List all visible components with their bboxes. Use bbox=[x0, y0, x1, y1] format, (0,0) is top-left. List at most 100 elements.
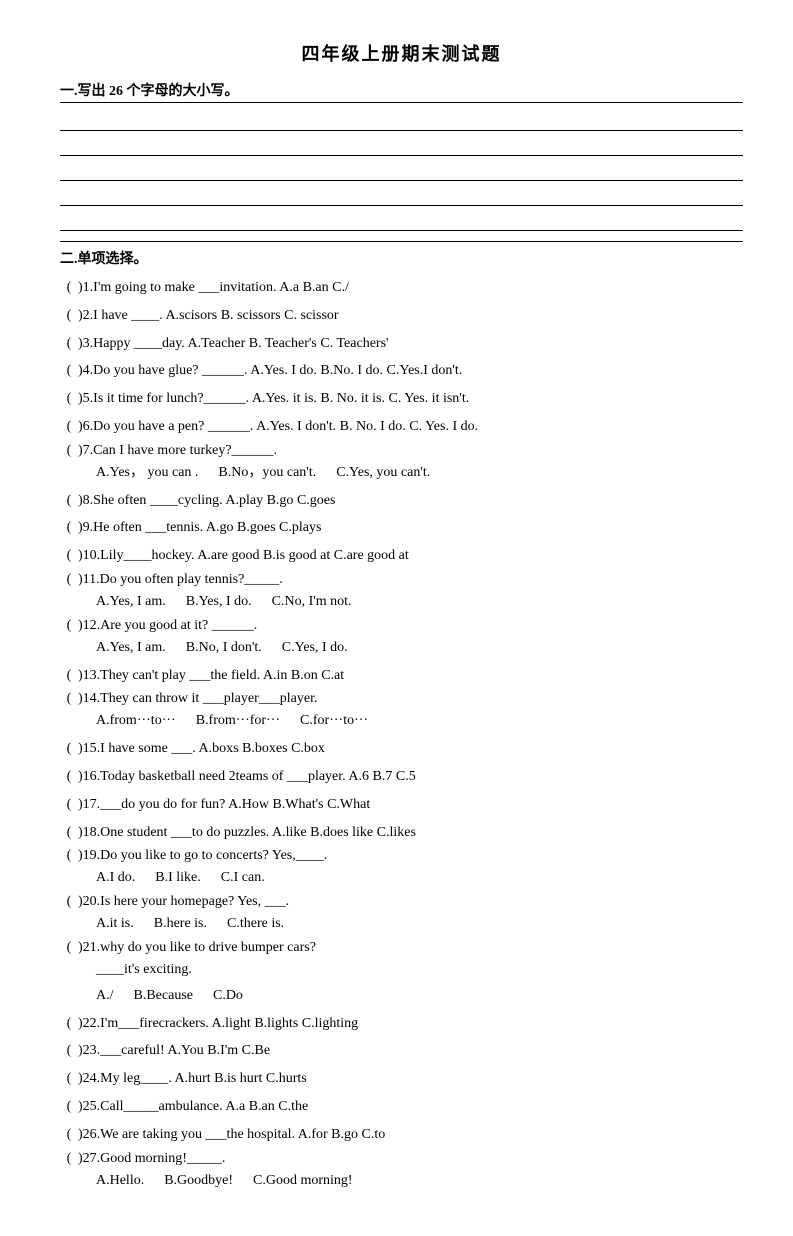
question-bracket: ( bbox=[60, 1012, 78, 1036]
section1-header: 一.写出 26 个字母的大小写。 bbox=[60, 80, 743, 103]
question-text: )20.Is here your homepage? Yes, ___. bbox=[78, 894, 289, 909]
question-row: ()23.___careful! A.You B.I'm C.Be bbox=[60, 1039, 743, 1063]
option: B.7 bbox=[373, 769, 393, 784]
question-text: )3.Happy ____day. A.Teacher B. Teacher's… bbox=[78, 332, 743, 356]
option: A.Hello. bbox=[96, 1169, 144, 1193]
option: A.it is. bbox=[96, 912, 134, 936]
option: C.goes bbox=[297, 493, 336, 508]
sub-options-row: A.Yes， you can . B.No，you can't. C.Yes, yo… bbox=[60, 461, 743, 485]
questions-list: ()1.I'm going to make ___invitation. A.a… bbox=[60, 276, 743, 1192]
option: B.on bbox=[291, 668, 318, 683]
option: A.a bbox=[225, 1099, 245, 1114]
question-row: ()21.why do you like to drive bumper car… bbox=[60, 940, 743, 956]
option: A.are good bbox=[197, 548, 259, 563]
question-row: ()4.Do you have glue? ______. A.Yes. I d… bbox=[60, 359, 743, 383]
question-row: ()19.Do you like to go to concerts? Yes,… bbox=[60, 848, 743, 864]
question-text: )16.Today basketball need 2teams of ___p… bbox=[78, 765, 743, 789]
option: B. No. it is. C. Yes. it isn't. bbox=[320, 391, 469, 406]
question-row: ()22.I'm___firecrackers. A.light B.light… bbox=[60, 1012, 743, 1036]
write-line-5 bbox=[60, 209, 743, 231]
question-bracket: ( bbox=[60, 304, 78, 328]
question-text: )17.___do you do for fun? A.How B.What's… bbox=[78, 793, 743, 817]
question-text: )10.Lily____hockey. A.are good B.is good… bbox=[78, 544, 743, 568]
question-text: )15.I have some ___. A.boxs B.boxes C.bo… bbox=[78, 737, 743, 761]
question-row: ()7.Can I have more turkey?______. bbox=[60, 443, 743, 459]
question-bracket: ( bbox=[60, 387, 78, 411]
option: B.does like bbox=[310, 825, 373, 840]
question-text: )22.I'm___firecrackers. A.light B.lights… bbox=[78, 1012, 743, 1036]
option: B.Because bbox=[134, 984, 193, 1008]
option: B. No. I do. bbox=[340, 419, 406, 434]
question-text: )13.They can't play ___the field. A.in B… bbox=[78, 664, 743, 688]
question-bracket: ( bbox=[60, 359, 78, 383]
option: C.likes bbox=[377, 825, 416, 840]
question-text: )19.Do you like to go to concerts? Yes,_… bbox=[78, 848, 327, 863]
option: C.to bbox=[362, 1127, 386, 1142]
question-bracket: ( bbox=[60, 544, 78, 568]
option: A.hurt bbox=[174, 1071, 210, 1086]
question-row: ()13.They can't play ___the field. A.in … bbox=[60, 664, 743, 688]
question-row: ()1.I'm going to make ___invitation. A.a… bbox=[60, 276, 743, 300]
question-bracket: ( bbox=[60, 1151, 78, 1167]
sub-options-row: A.I do.B.I like.C.I can. bbox=[60, 866, 743, 890]
question-row: ()5.Is it time for lunch?______. A.Yes. … bbox=[60, 387, 743, 411]
question-bracket: ( bbox=[60, 516, 78, 540]
write-line-2 bbox=[60, 134, 743, 156]
question-bracket: ( bbox=[60, 1039, 78, 1063]
option: C.Yes.I don't. bbox=[387, 363, 463, 378]
question-bracket: ( bbox=[60, 1095, 78, 1119]
option: C.No, I'm not. bbox=[272, 590, 352, 614]
question-bracket: ( bbox=[60, 894, 78, 910]
option: B.goes bbox=[237, 520, 276, 535]
option: C.Do bbox=[213, 984, 243, 1008]
question-text: )21.why do you like to drive bumper cars… bbox=[78, 940, 316, 955]
option: C.Yes, you can't. bbox=[336, 461, 430, 485]
option: C.box bbox=[291, 741, 325, 756]
option: B.is good at bbox=[263, 548, 330, 563]
option: B.is hurt bbox=[214, 1071, 262, 1086]
question-text: )27.Good morning!_____. bbox=[78, 1151, 225, 1166]
option: A.Teacher bbox=[188, 336, 246, 351]
question-bracket: ( bbox=[60, 489, 78, 513]
option: B. scissors bbox=[221, 308, 281, 323]
question-row: ()15.I have some ___. A.boxs B.boxes C.b… bbox=[60, 737, 743, 761]
option: B.I'm bbox=[207, 1043, 238, 1058]
option: A.Yes， you can . bbox=[96, 461, 198, 485]
option: C.at bbox=[321, 668, 344, 683]
question-row: ()17.___do you do for fun? A.How B.What'… bbox=[60, 793, 743, 817]
write-line-1 bbox=[60, 109, 743, 131]
question-text: )6.Do you have a pen? ______. A.Yes. I d… bbox=[78, 415, 743, 439]
option: C. Teachers' bbox=[320, 336, 388, 351]
option: A.like bbox=[272, 825, 307, 840]
option: A.Yes. I do. bbox=[250, 363, 317, 378]
question-text: )9.He often ___tennis. A.go B.goes C.pla… bbox=[78, 516, 743, 540]
question-row: ()8.She often ____cycling. A.play B.go C… bbox=[60, 489, 743, 513]
sub-options-row: A.Yes, I am.B.Yes, I do.C.No, I'm not. bbox=[60, 590, 743, 614]
option: C. scissor bbox=[284, 308, 338, 323]
option: B.No，you can't. bbox=[218, 461, 316, 485]
option: A.scisors bbox=[165, 308, 217, 323]
question-bracket: ( bbox=[60, 572, 78, 588]
question-row: ()3.Happy ____day. A.Teacher B. Teacher'… bbox=[60, 332, 743, 356]
question-text: )4.Do you have glue? ______. A.Yes. I do… bbox=[78, 359, 743, 383]
question-text: )8.She often ____cycling. A.play B.go C.… bbox=[78, 489, 743, 513]
option: C.Yes, I do. bbox=[282, 636, 348, 660]
option: B.lights bbox=[254, 1016, 298, 1031]
question-bracket: ( bbox=[60, 848, 78, 864]
sub-options-row: A.Yes, I am.B.No, I don't.C.Yes, I do. bbox=[60, 636, 743, 660]
question-text: )7.Can I have more turkey?______. bbox=[78, 443, 277, 458]
option: A.You bbox=[167, 1043, 203, 1058]
option: B.here is. bbox=[154, 912, 207, 936]
sub-options-row: A.from···to···B.from···for···C.for···to·… bbox=[60, 709, 743, 733]
question-text: )18.One student ___to do puzzles. A.like… bbox=[78, 821, 743, 845]
question-row: ()11.Do you often play tennis?_____. bbox=[60, 572, 743, 588]
option: A.6 bbox=[348, 769, 369, 784]
option: C.for···to··· bbox=[300, 709, 368, 733]
option: B.What's bbox=[272, 797, 323, 812]
option: A.Yes. I don't. bbox=[256, 419, 336, 434]
option: A.a bbox=[279, 280, 299, 295]
question-row: ()27.Good morning!_____. bbox=[60, 1151, 743, 1167]
question-bracket: ( bbox=[60, 765, 78, 789]
option: C.Good morning! bbox=[253, 1169, 353, 1193]
option: B.boxes bbox=[242, 741, 288, 756]
